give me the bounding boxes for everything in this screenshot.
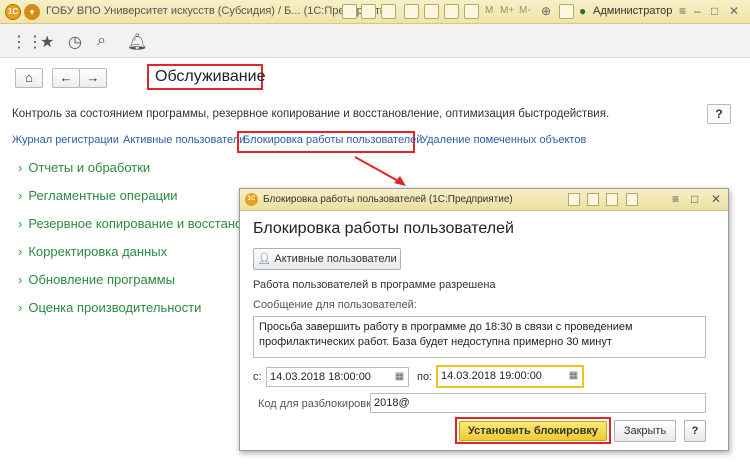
users-icon: 👤︎	[257, 253, 275, 265]
calendar-icon[interactable]	[587, 193, 599, 206]
to-date-field[interactable]: 14.03.2018 19:00:00 ▦	[436, 365, 584, 388]
active-users-button[interactable]: 👤︎ Активные пользователи	[253, 248, 401, 270]
calendar-icon[interactable]: ▦	[567, 368, 580, 384]
message-label: Сообщение для пользователей:	[253, 299, 417, 311]
help-button[interactable]: ?	[684, 420, 706, 442]
from-date-field[interactable]: 14.03.2018 18:00:00 ▦	[266, 367, 409, 387]
set-lock-button[interactable]: Установить блокировку	[459, 421, 607, 441]
calendar-icon[interactable]: ▦	[393, 369, 406, 385]
maximize-icon[interactable]: □	[691, 192, 698, 206]
calculator-icon[interactable]	[606, 193, 618, 206]
settings-icon[interactable]: ≡	[672, 192, 679, 206]
block-users-dialog: 1С Блокировка работы пользователей (1С:П…	[239, 188, 729, 451]
message-field[interactable]: Просьба завершить работу в программе до …	[253, 316, 706, 358]
1c-logo-icon: 1С	[245, 193, 258, 206]
status-text: Работа пользователей в программе разреше…	[253, 279, 496, 291]
info-icon[interactable]	[626, 193, 638, 206]
close-icon[interactable]: ✕	[711, 192, 721, 206]
dialog-heading: Блокировка работы пользователей	[253, 220, 514, 237]
unlock-code-label: Код для разблокировки:	[258, 398, 381, 410]
from-label: с:	[253, 371, 262, 383]
close-button[interactable]: Закрыть	[614, 420, 676, 442]
dialog-title: Блокировка работы пользователей (1С:Пред…	[263, 194, 513, 205]
to-label: по:	[417, 371, 433, 383]
unlock-code-field[interactable]: 2018@	[370, 393, 706, 413]
dialog-title-bar: 1С Блокировка работы пользователей (1С:П…	[240, 189, 728, 211]
print-icon[interactable]	[568, 193, 580, 206]
